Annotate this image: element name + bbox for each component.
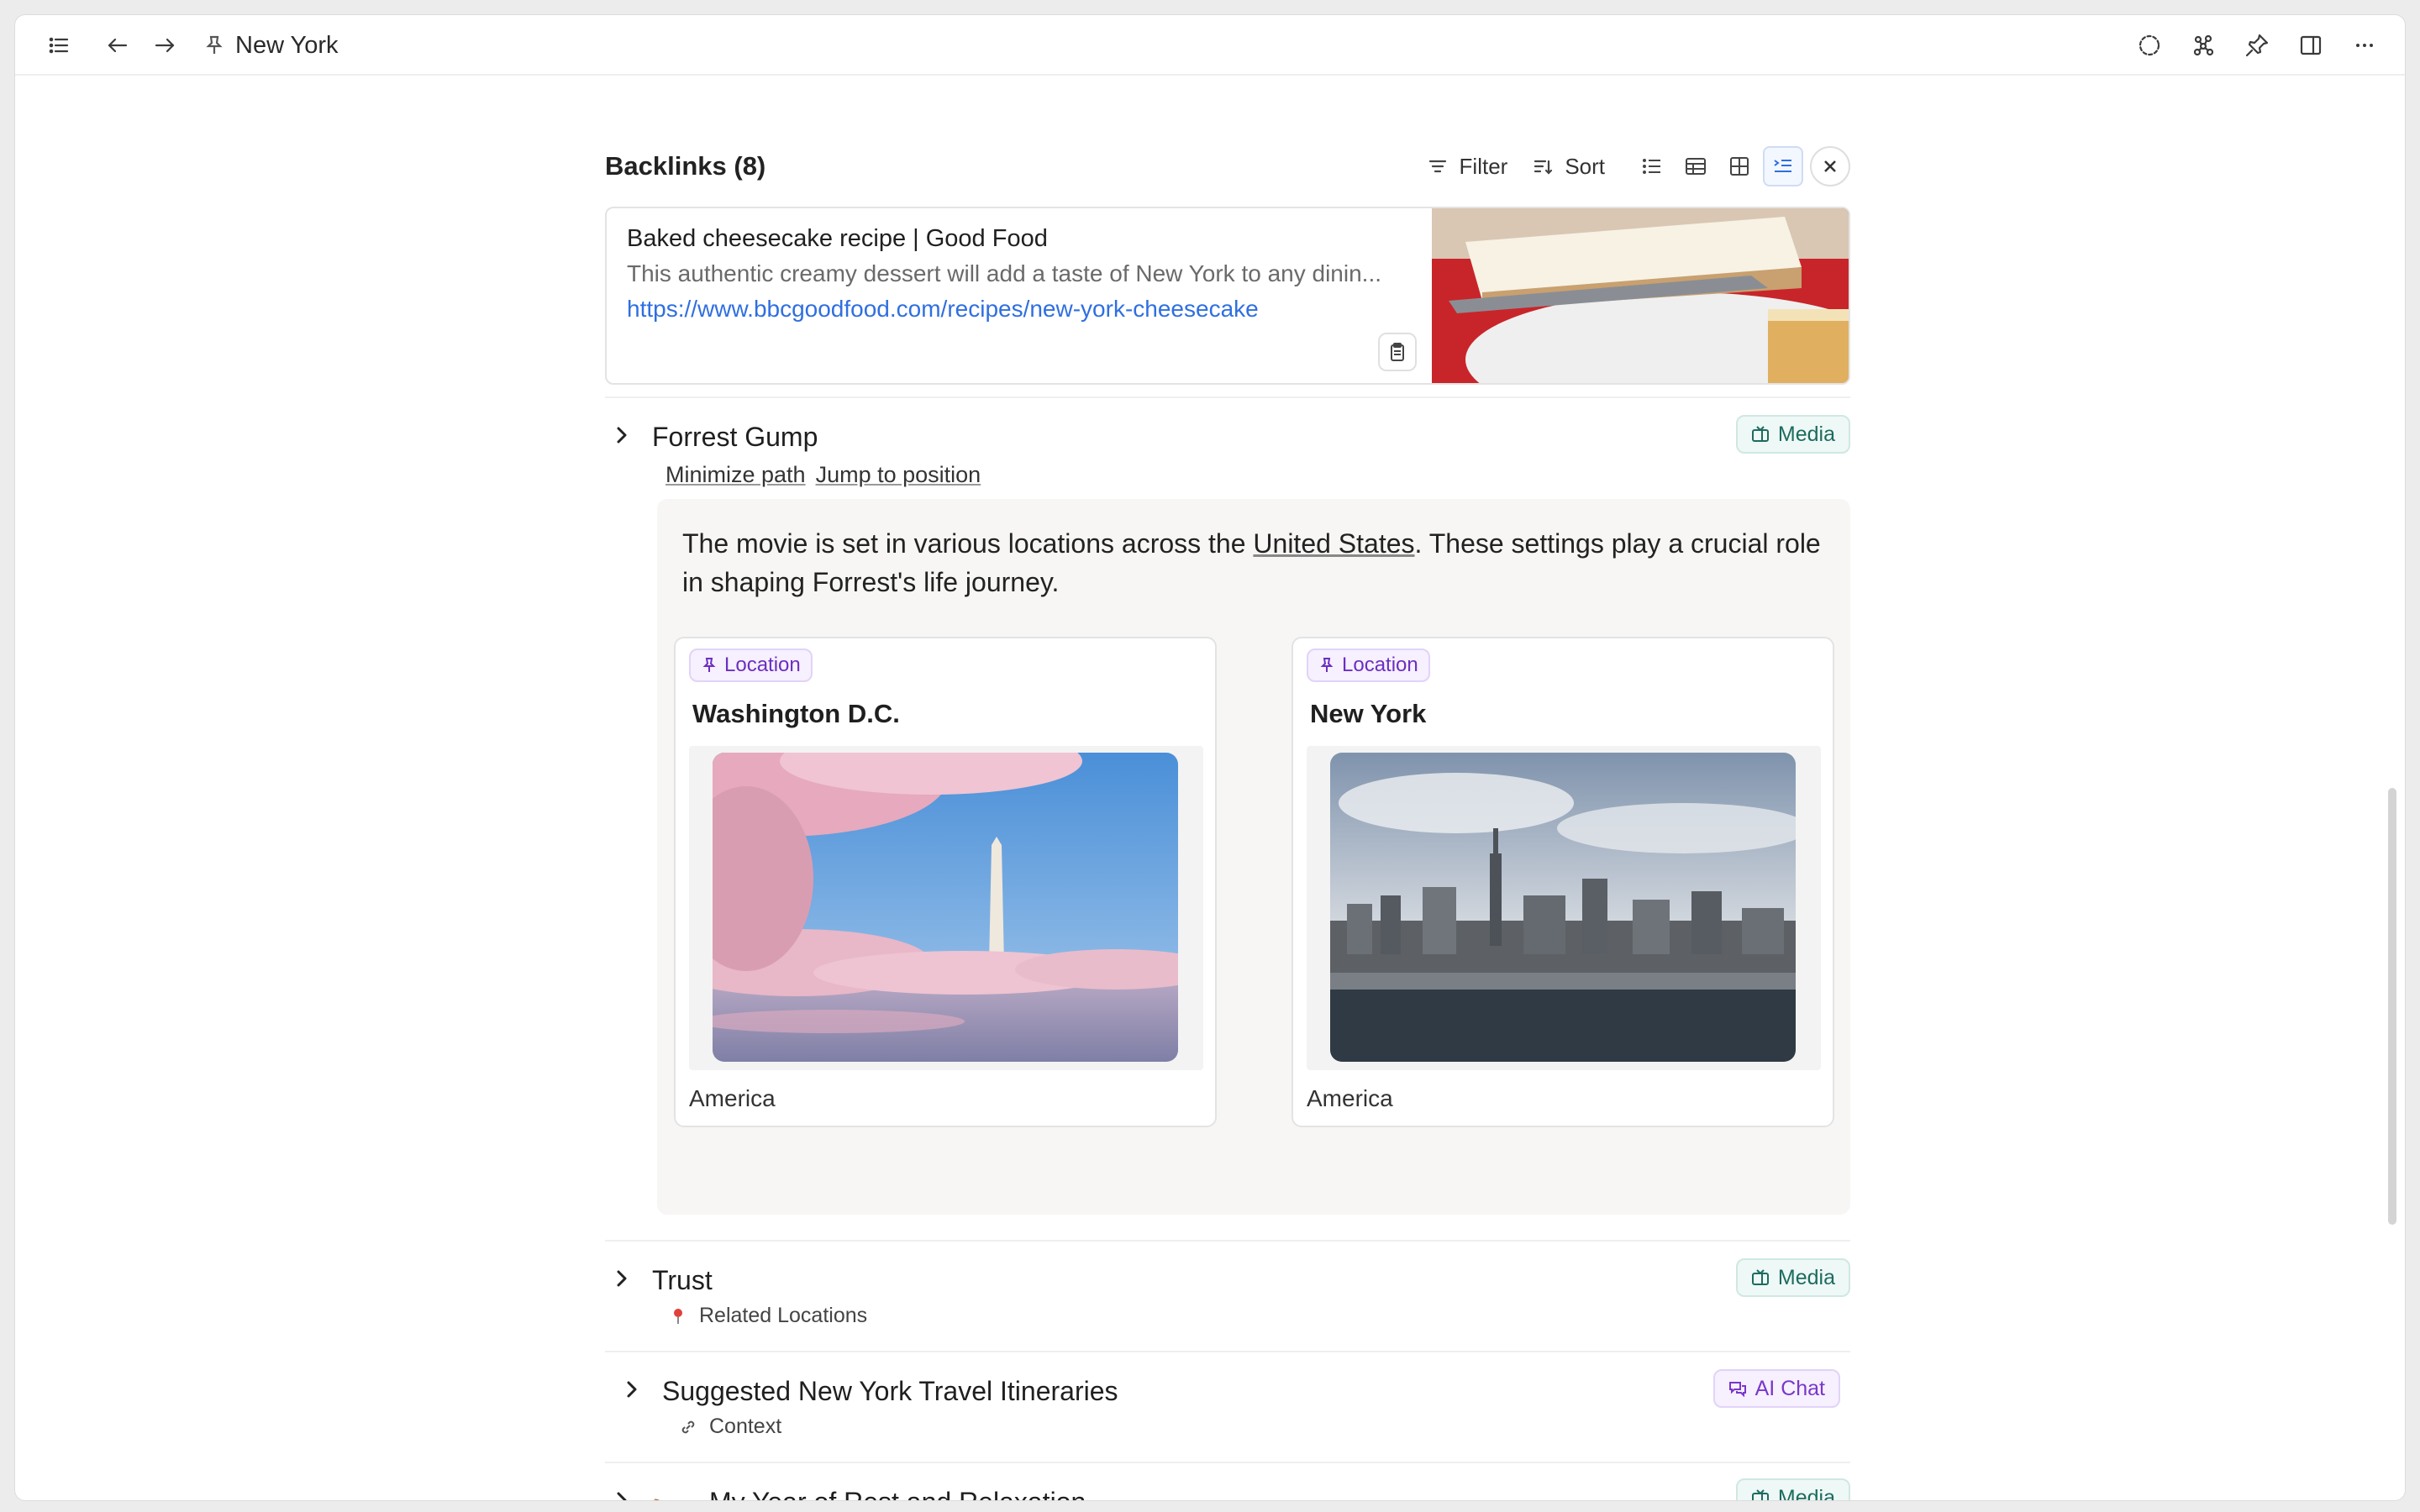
back-arrow-icon[interactable] <box>97 25 138 66</box>
pin-icon <box>1320 658 1334 672</box>
badge-label: Location <box>724 654 801 676</box>
location-footer: America <box>689 1085 776 1111</box>
grid-view-icon <box>1730 157 1749 176</box>
app-window: New York Backlinks (8) Filter Sort Baked… <box>15 15 2405 1500</box>
link-icon <box>681 1420 695 1433</box>
separator <box>605 1351 1850 1352</box>
image-frame <box>1307 746 1821 1070</box>
entry-title[interactable]: My Year of Rest and Relaxation <box>709 1487 1086 1500</box>
united-states-link[interactable]: United States <box>1253 528 1414 559</box>
backlink-entry: 🛏️ My Year of Rest and Relaxation Media <box>605 1477 1850 1500</box>
more-icon[interactable] <box>2344 25 2385 66</box>
bookmark-title: Baked cheesecake recipe | Good Food <box>627 225 1048 252</box>
new-york-skyline-image <box>1330 753 1796 1062</box>
badge-label: AI Chat <box>1754 1376 1825 1400</box>
scrollbar-thumb[interactable] <box>2388 788 2396 1225</box>
outline-view-button[interactable] <box>1763 146 1803 186</box>
badge-label: Location <box>1342 654 1418 676</box>
list-view-icon <box>1643 159 1660 174</box>
sort-label: Sort <box>1565 153 1605 179</box>
list-icon[interactable] <box>39 25 79 66</box>
media-icon <box>1751 1489 1769 1500</box>
outline-view-icon <box>1774 160 1791 172</box>
bookmark-card[interactable]: Baked cheesecake recipe | Good Food This… <box>605 207 1850 385</box>
bed-emoji-icon: 🛏️ <box>652 1485 686 1500</box>
sub-label: Context <box>709 1415 782 1438</box>
chevron-right-icon[interactable] <box>615 1373 649 1406</box>
backlinks-toolbar: Filter Sort <box>1426 146 1850 186</box>
backlink-entry: Suggested New York Travel Itineraries AI… <box>605 1366 1850 1413</box>
ai-chat-badge[interactable]: AI Chat <box>1712 1369 1840 1408</box>
bookmark-description: This authentic creamy dessert will add a… <box>627 260 1382 286</box>
media-badge[interactable]: Media <box>1735 1478 1850 1501</box>
location-name: New York <box>1310 699 1427 728</box>
badge-label: Media <box>1777 422 1835 446</box>
related-locations-row[interactable]: Related Locations <box>669 1304 867 1328</box>
entry-title[interactable]: Trust <box>652 1265 713 1296</box>
location-footer: America <box>1307 1085 1393 1111</box>
media-icon <box>1751 426 1769 442</box>
clipboard-icon <box>1391 343 1404 361</box>
separator <box>605 1240 1850 1242</box>
table-view-icon <box>1686 158 1706 175</box>
pin-icon[interactable] <box>2237 25 2277 66</box>
filter-icon <box>1428 160 1446 173</box>
backlinks-header: Backlinks (8) Filter Sort <box>605 143 1850 190</box>
block-paragraph[interactable]: The movie is set in various locations ac… <box>682 524 1842 601</box>
grid-view-button[interactable] <box>1719 146 1760 186</box>
dashed-circle-icon[interactable] <box>2129 25 2170 66</box>
top-bar: New York <box>15 15 2405 76</box>
pin-icon <box>203 34 225 56</box>
washington-monument-image <box>713 753 1178 1062</box>
chevron-right-icon[interactable] <box>605 1483 639 1500</box>
graph-icon[interactable] <box>2183 25 2223 66</box>
jump-to-position-link[interactable]: Jump to position <box>816 462 981 487</box>
sub-label: Related Locations <box>699 1304 868 1327</box>
minimize-path-link[interactable]: Minimize path <box>666 462 806 487</box>
image-frame <box>689 746 1203 1070</box>
chat-icon <box>1728 1382 1746 1398</box>
list-view-button[interactable] <box>1632 146 1672 186</box>
context-row[interactable]: Context <box>679 1415 781 1439</box>
separator <box>605 396 1850 398</box>
text-segment: The movie is set in various locations ac… <box>682 528 1254 559</box>
close-icon <box>1824 160 1836 172</box>
forward-arrow-icon[interactable] <box>145 25 185 66</box>
sort-button[interactable]: Sort <box>1531 154 1605 180</box>
backlinks-title: Backlinks (8) <box>605 151 766 181</box>
location-name: Washington D.C. <box>692 699 900 728</box>
entry-title[interactable]: Suggested New York Travel Itineraries <box>662 1376 1118 1407</box>
location-card[interactable]: Location New York America <box>1292 637 1834 1127</box>
backlink-block: The movie is set in various locations ac… <box>657 499 1850 1215</box>
chevron-right-icon[interactable] <box>605 1262 639 1295</box>
filter-label: Filter <box>1459 153 1508 179</box>
location-badge[interactable]: Location <box>1307 648 1430 682</box>
backlink-entry: Trust Media <box>605 1255 1850 1302</box>
page-title-text: New York <box>235 31 339 59</box>
badge-label: Media <box>1777 1265 1835 1289</box>
entry-title[interactable]: Forrest Gump <box>652 422 818 453</box>
cheesecake-image <box>1432 208 1849 383</box>
location-card[interactable]: Location Washington D.C. America <box>674 637 1217 1127</box>
location-badge[interactable]: Location <box>689 648 813 682</box>
sidebar-toggle-icon[interactable] <box>2291 25 2331 66</box>
sort-icon <box>1534 160 1553 175</box>
location-pin-icon <box>674 1308 682 1324</box>
media-icon <box>1751 1269 1769 1285</box>
media-badge[interactable]: Media <box>1735 1258 1850 1297</box>
page-title[interactable]: New York <box>203 29 339 62</box>
filter-button[interactable]: Filter <box>1426 153 1508 180</box>
media-badge[interactable]: Media <box>1735 415 1850 454</box>
backlink-entry: Forrest Gump Media <box>605 412 1850 459</box>
close-button[interactable] <box>1810 146 1850 186</box>
copy-button[interactable] <box>1378 333 1417 371</box>
table-view-button[interactable] <box>1676 146 1716 186</box>
path-links: Minimize path Jump to position <box>666 462 991 488</box>
separator <box>605 1462 1850 1463</box>
badge-label: Media <box>1777 1485 1835 1501</box>
pin-icon <box>702 658 716 672</box>
chevron-right-icon[interactable] <box>605 418 639 452</box>
bookmark-url[interactable]: https://www.bbcgoodfood.com/recipes/new-… <box>627 296 1259 323</box>
